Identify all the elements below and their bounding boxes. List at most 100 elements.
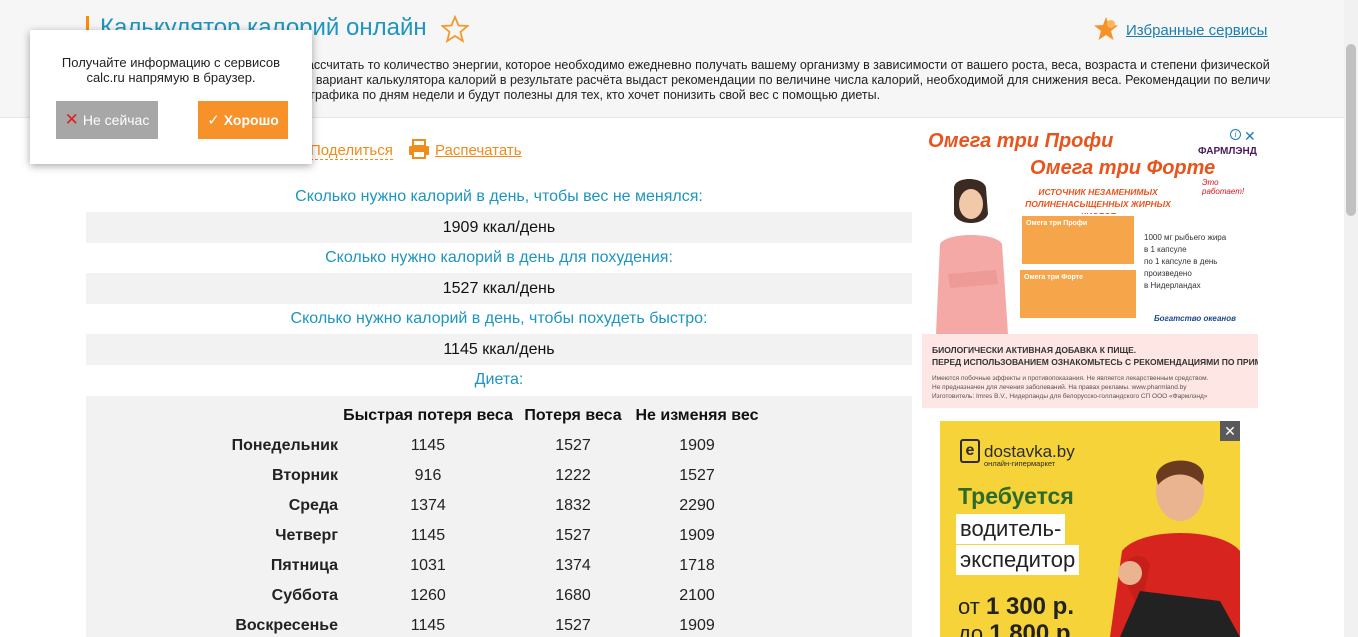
result-question: Сколько нужно калорий в день, чтобы вес … [295, 188, 703, 205]
diet-value: 1374 [410, 497, 446, 514]
diet-value: 1031 [410, 557, 446, 574]
ad-price-value: 1 800 р. [989, 620, 1078, 637]
diet-value: 1145 [410, 437, 446, 454]
diet-header-empty [86, 401, 338, 431]
decline-button[interactable]: ✕ Не сейчас [56, 101, 158, 139]
diet-table-panel: Быстрая потеря веса Потеря веса Не измен… [86, 396, 912, 637]
ad-close-icon[interactable]: ✕ [1220, 421, 1240, 441]
ad-banner-dostavka[interactable]: ✕ e dostavka.by онлайн-гипермаркет Требу… [940, 421, 1240, 637]
notification-line: Получайте информацию с сервисов [61, 55, 281, 70]
diet-value: 1718 [679, 557, 715, 574]
diet-column-header: Потеря веса [524, 407, 622, 424]
diet-value: 1145 [410, 527, 446, 544]
ad-headline: Требуется [958, 483, 1074, 509]
ad-price-value: 1 300 р. [985, 593, 1075, 620]
product-box: Омега три Форте [1018, 268, 1138, 320]
diet-column-header: Не изменяя вес [635, 407, 759, 424]
ad-fineprint-line: Не предназначен для лечения заболеваний.… [932, 384, 1187, 391]
ad-disclaimer: БИОЛОГИЧЕСКИ АКТИВНАЯ ДОБАВКА К ПИЩЕ. ПЕ… [932, 344, 1258, 368]
ad-price: до 1 800 р. [958, 620, 1077, 637]
table-row: Вторник 916 1222 1527 [86, 461, 766, 491]
ad-slogan: Это работает! [1202, 178, 1245, 196]
table-row: Понедельник 1145 1527 1909 [86, 431, 766, 461]
accept-button[interactable]: ✓ Хорошо [198, 101, 288, 139]
diet-value: 2290 [679, 497, 715, 514]
close-icon: ✕ [64, 110, 79, 129]
day-name: Пятница [270, 557, 338, 574]
description-line: о графика по дням недели и будут полезны… [300, 88, 881, 102]
ad-bullet: в Нидерландах [1144, 281, 1201, 290]
dostavka-logo-icon: e [960, 439, 980, 463]
diet-value: 2100 [679, 587, 715, 604]
ad-logo-subtitle: онлайн-гипермаркет [984, 459, 1056, 468]
ad-bullet: 1000 мг рыбьего жира [1144, 233, 1227, 242]
result-question: Сколько нужно калорий в день, чтобы поху… [290, 310, 708, 327]
ad-price: от 1 300 р. [958, 593, 1074, 621]
ad-bullet: произведено [1144, 269, 1192, 278]
printer-icon[interactable] [408, 138, 430, 160]
ad-fineprint: Имеются побочные эффекты и противопоказа… [932, 374, 1208, 401]
ad-disclaimer-line: ПЕРЕД ИСПОЛЬЗОВАНИЕМ ОЗНАКОМЬТЕСЬ С РЕКО… [932, 357, 1258, 367]
result-answer: 1909 ккал/день [86, 212, 912, 243]
ad-headline: экспедитор [956, 545, 1080, 575]
day-name: Суббота [271, 587, 338, 604]
ad-info-icon[interactable]: i [1230, 129, 1241, 140]
table-row: Пятница 1031 1374 1718 [86, 551, 766, 581]
product-box-label: Омега три Форте [1024, 274, 1083, 281]
notification-line: calc.ru напрямую в браузер. [86, 70, 256, 85]
diet-value: 1260 [410, 587, 446, 604]
checkmark-icon: ✓ [207, 112, 220, 129]
result-question: Сколько нужно калорий в день для похуден… [325, 249, 673, 266]
diet-value: 916 [414, 467, 442, 484]
diet-value: 1909 [679, 527, 715, 544]
day-name: Среда [288, 497, 338, 514]
ad-close-icon[interactable]: ✕ [1244, 128, 1256, 145]
ad-fineprint-line: Изготовитель: Imres B.V., Нидерланды для… [932, 393, 1208, 400]
favorites-icon [1094, 17, 1118, 40]
diet-header-row: Быстрая потеря веса Потеря веса Не измен… [86, 401, 766, 431]
accept-label: Хорошо [223, 112, 279, 128]
ad-brand: ФАРМЛЭНД [1198, 146, 1257, 157]
product-box-label: Омега три Профи [1026, 220, 1088, 227]
share-link[interactable]: Поделиться [310, 142, 393, 160]
table-row: Воскресенье 1145 1527 1909 [86, 611, 766, 637]
table-row: Среда 1374 1832 2290 [86, 491, 766, 521]
day-name: Понедельник [231, 437, 338, 454]
table-row: Четверг 1145 1527 1909 [86, 521, 766, 551]
scrollbar-thumb[interactable] [1346, 44, 1356, 216]
description-line: от вариант калькулятора калорий в резуль… [300, 73, 1270, 87]
result-answer: 1527 ккал/день [86, 273, 912, 304]
ad-banner-omega[interactable]: Омега три Профи Омега три Форте i ✕ ФАРМ… [922, 126, 1258, 408]
woman-photo-icon [926, 174, 1016, 334]
page-description: рассчитать то количество энергии, которо… [300, 58, 1270, 103]
ad-headline: Омега три Форте [1030, 157, 1216, 179]
day-name: Вторник [271, 467, 338, 484]
ad-bullet: в 1 капсуле [1144, 245, 1187, 254]
notification-message: Получайте информацию с сервисов calc.ru … [30, 55, 312, 85]
ad-logo-name: dostavka.by [984, 441, 1075, 461]
diet-value: 1680 [555, 587, 591, 604]
ad-bullet: по 1 капсуле в день [1144, 257, 1218, 266]
results-block: Сколько нужно калорий в день, чтобы вес … [86, 182, 912, 395]
diet-value: 1222 [555, 467, 591, 484]
star-icon[interactable] [441, 15, 469, 43]
diet-column-header: Быстрая потеря веса [343, 407, 513, 424]
ad-headline: Омега три Профи [928, 130, 1114, 152]
ad-disclaimer-line: БИОЛОГИЧЕСКИ АКТИВНАЯ ДОБАВКА К ПИЩЕ. [932, 345, 1137, 355]
diet-value: 1527 [679, 467, 715, 484]
ad-price-prefix: от [958, 594, 986, 619]
ad-price-prefix: до [958, 621, 990, 637]
scrollbar[interactable] [1344, 0, 1358, 637]
favorites-link[interactable]: Избранные сервисы [1126, 22, 1267, 39]
ad-ocean-tagline: Богатство океанов [1154, 314, 1236, 323]
diet-value: 1527 [555, 617, 591, 634]
product-box: Омега три Профи [1020, 214, 1136, 266]
print-link[interactable]: Распечатать [435, 142, 522, 159]
diet-value: 1909 [679, 437, 715, 454]
day-name: Воскресенье [235, 617, 338, 634]
diet-value: 1909 [679, 617, 715, 634]
result-answer: 1145 ккал/день [86, 334, 912, 365]
push-notification-popup: Получайте информацию с сервисов calc.ru … [30, 30, 312, 164]
description-line: рассчитать то количество энергии, которо… [300, 58, 1270, 72]
table-row: Суббота 1260 1680 2100 [86, 581, 766, 611]
